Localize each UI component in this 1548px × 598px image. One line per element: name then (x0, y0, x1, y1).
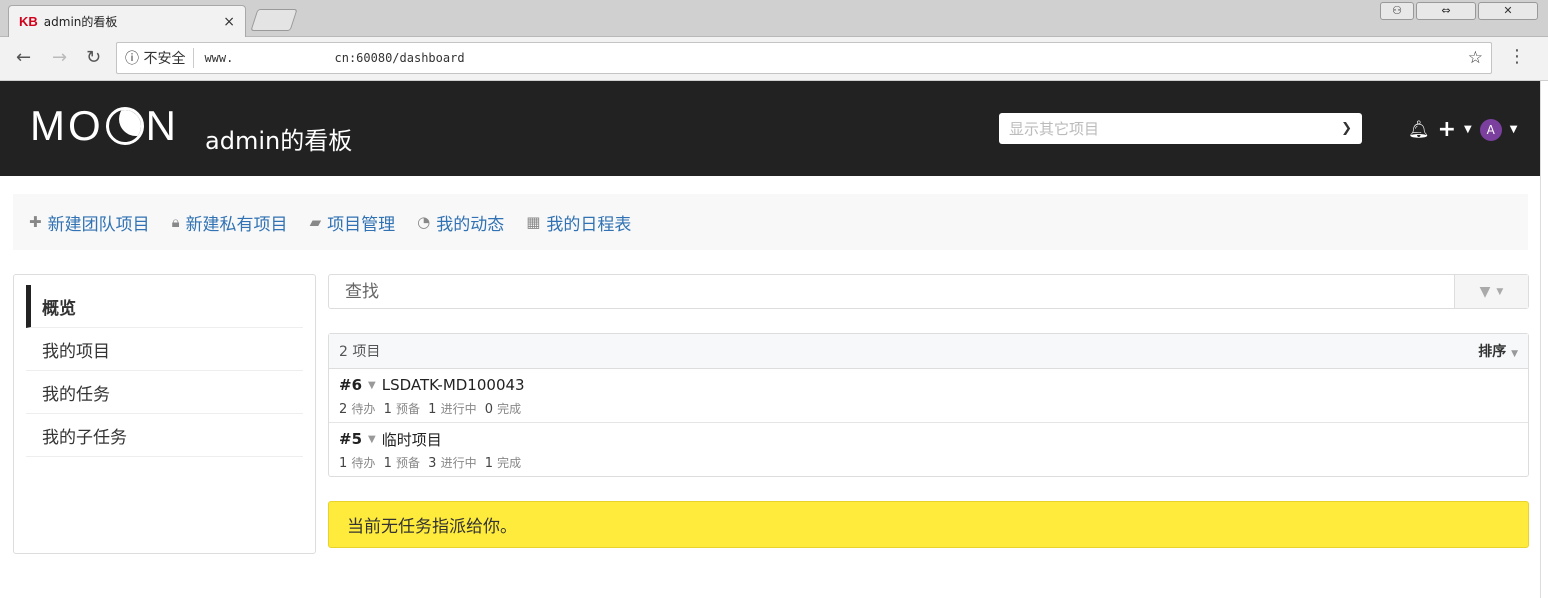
project-name-link[interactable]: LSDATK-MD100043 (382, 376, 525, 394)
caret-down-icon[interactable]: ▼ (1464, 124, 1472, 135)
project-task-stats: 1 待办 1 预备 3 进行中 1 完成 (339, 454, 1518, 471)
sidebar-item-my-tasks[interactable]: 我的任务 (26, 371, 303, 414)
header-actions: 🔔︎ + ▼ A ▼ (1408, 117, 1517, 142)
reload-icon[interactable]: ↻ (86, 47, 101, 68)
quick-actions-bar: ✚ 新建团队项目 🔒︎ 新建私有项目 ▰ 项目管理 ◔ 我的动态 ▦ 我的日程表 (13, 194, 1528, 250)
new-team-project-link[interactable]: ✚ 新建团队项目 (29, 210, 150, 235)
ready-label: 预备 (396, 456, 421, 470)
project-menu-caret-icon[interactable]: ▼ (368, 434, 376, 445)
address-bar[interactable]: ⓘ 不安全 www. cn:60080/dashboard ☆ (116, 42, 1492, 74)
sidebar-item-overview[interactable]: 概览 (26, 285, 303, 328)
user-avatar[interactable]: A (1479, 118, 1502, 141)
moon-logo[interactable]: MO N (30, 105, 179, 147)
projects-table: 2 项目 排序 ▼ #6 ▼ LSDATK-MD100043 2 待办 1 预备… (328, 333, 1529, 477)
new-tab-button[interactable] (250, 9, 298, 31)
browser-menu-icon[interactable]: ⋮ (1508, 46, 1526, 67)
browser-toolbar: ← → ↻ ⓘ 不安全 www. cn:60080/dashboard ☆ ⋮ (0, 37, 1548, 81)
project-management-label: 项目管理 (327, 214, 396, 235)
lock-icon: 🔒︎ (171, 213, 180, 231)
bell-icon[interactable]: 🔔︎ (1408, 120, 1430, 140)
ready-count: 1 (383, 456, 392, 471)
table-row: #5 ▼ 临时项目 1 待办 1 预备 3 进行中 1 完成 (329, 423, 1528, 477)
bookmark-star-icon[interactable]: ☆ (1468, 48, 1483, 68)
close-tab-icon[interactable]: × (223, 14, 235, 30)
done-label: 完成 (497, 402, 522, 416)
search-bar: ▼ ▼ (328, 274, 1529, 309)
moon-icon (105, 107, 144, 145)
new-private-project-label: 新建私有项目 (185, 214, 288, 235)
ready-count: 1 (383, 402, 392, 417)
calendar-icon: ▦ (526, 213, 541, 231)
page-title: admin的看板 (205, 127, 353, 155)
caret-down-icon: ▼ (1496, 286, 1504, 297)
app-header: MO N admin的看板 显示其它项目 ❯ 🔔︎ + ▼ A ▼ (0, 81, 1540, 176)
project-menu-caret-icon[interactable]: ▼ (368, 380, 376, 391)
project-select-placeholder: 显示其它项目 (1009, 120, 1100, 138)
back-icon[interactable]: ← (16, 47, 31, 68)
window-controls: ⚇ ⇔ ✕ (1380, 2, 1538, 20)
new-team-project-label: 新建团队项目 (47, 214, 150, 235)
dashboard-icon: ◔ (417, 213, 431, 231)
doing-label: 进行中 (440, 456, 477, 470)
project-count: 2 项目 (339, 344, 381, 360)
table-row: #6 ▼ LSDATK-MD100043 2 待办 1 预备 1 进行中 0 完… (329, 369, 1528, 423)
caret-down-icon: ▼ (1511, 349, 1518, 359)
new-private-project-link[interactable]: 🔒︎ 新建私有项目 (172, 210, 288, 235)
my-calendar-label: 我的日程表 (546, 214, 632, 235)
forward-icon[interactable]: → (52, 47, 67, 68)
sidebar-item-my-subtasks[interactable]: 我的子任务 (26, 414, 303, 457)
browser-tabstrip: KB admin的看板 × ⚇ ⇔ ✕ (0, 0, 1548, 37)
project-task-stats: 2 待办 1 预备 1 进行中 0 完成 (339, 400, 1518, 417)
logo-text-left: MO (30, 102, 104, 149)
dashboard-sidebar: 概览 我的项目 我的任务 我的子任务 (13, 274, 316, 554)
kanboard-favicon-icon: KB (19, 14, 38, 29)
search-input[interactable] (329, 275, 1454, 308)
close-window-button[interactable]: ✕ (1478, 2, 1538, 20)
ready-label: 预备 (396, 402, 421, 416)
project-id: #5 (339, 430, 363, 448)
doing-count: 1 (428, 402, 437, 417)
todo-count: 1 (339, 456, 348, 471)
todo-count: 2 (339, 402, 348, 417)
my-calendar-link[interactable]: ▦ 我的日程表 (526, 210, 631, 235)
logo-text-right: N (145, 102, 179, 149)
profile-icon[interactable]: ⚇ (1380, 2, 1414, 20)
done-count: 0 (484, 402, 494, 417)
restore-window-button[interactable]: ⇔ (1416, 2, 1476, 20)
no-tasks-alert: 当前无任务指派给你。 (328, 501, 1529, 548)
project-select[interactable]: 显示其它项目 ❯ (999, 113, 1362, 144)
project-management-link[interactable]: ▰ 项目管理 (310, 210, 396, 235)
doing-count: 3 (428, 456, 437, 471)
caret-down-icon[interactable]: ▼ (1510, 124, 1518, 135)
create-menu-plus-icon[interactable]: + (1438, 117, 1456, 142)
page-edge (1540, 81, 1548, 598)
done-label: 完成 (497, 456, 522, 470)
todo-label: 待办 (351, 456, 376, 470)
url-text[interactable]: www. cn:60080/dashboard (204, 51, 1467, 65)
filter-dropdown-button[interactable]: ▼ ▼ (1454, 275, 1528, 308)
done-count: 1 (484, 456, 494, 471)
project-id: #6 (339, 376, 363, 394)
sort-label: 排序 (1478, 344, 1507, 360)
project-name-link[interactable]: 临时项目 (382, 429, 442, 450)
filter-icon: ▼ (1479, 283, 1491, 300)
sort-dropdown[interactable]: 排序 ▼ (1478, 341, 1518, 361)
sidebar-item-my-projects[interactable]: 我的项目 (26, 328, 303, 371)
table-header: 2 项目 排序 ▼ (329, 334, 1528, 369)
todo-label: 待办 (351, 402, 376, 416)
doing-label: 进行中 (440, 402, 477, 416)
folder-icon: ▰ (309, 213, 322, 231)
my-activity-label: 我的动态 (436, 214, 505, 235)
security-indicator[interactable]: ⓘ 不安全 (125, 48, 195, 68)
browser-tab[interactable]: KB admin的看板 × (8, 5, 246, 37)
chevron-down-icon: ❯ (1341, 121, 1352, 136)
my-activity-link[interactable]: ◔ 我的动态 (417, 210, 504, 235)
tab-title: admin的看板 (43, 15, 118, 29)
plus-icon: ✚ (29, 213, 42, 231)
